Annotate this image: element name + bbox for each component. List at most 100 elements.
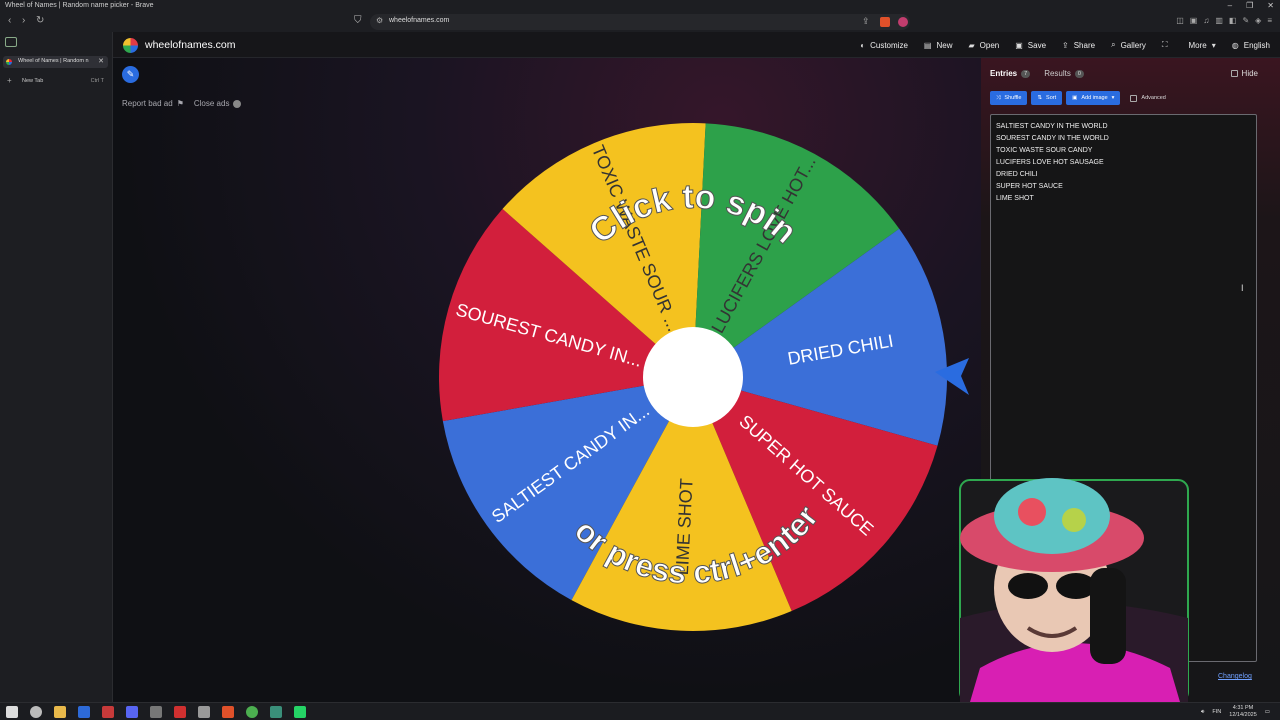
tab-entries[interactable]: Entries 7 — [990, 69, 1031, 78]
entries-count-badge: 7 — [1021, 69, 1031, 78]
plus-icon: + — [7, 76, 12, 85]
settings-icon[interactable] — [198, 706, 210, 718]
url-text[interactable]: wheelofnames.com — [389, 17, 449, 24]
new-tab-label: New Tab — [22, 78, 44, 84]
menu-item-save[interactable]: ▣ Save — [1015, 41, 1046, 50]
tab-title: Wheel of Names | Random n — [18, 58, 89, 64]
site-info-icon[interactable]: ⚙ — [376, 16, 383, 25]
panel-tabs: Entries 7 Results 0 — [990, 69, 1084, 78]
webcam-overlay — [959, 478, 1189, 702]
extensions-area: ◫ ▣ ♫ ▥ ◧ ✎ ◈ ≡ — [1176, 16, 1272, 25]
results-count-badge: 0 — [1074, 69, 1084, 78]
bookmark-icon[interactable]: ⛉ — [354, 15, 362, 26]
menu-item-label: More — [1188, 40, 1207, 50]
menu-item-label: English — [1243, 40, 1270, 50]
app-icon[interactable] — [270, 706, 282, 718]
changelog-link[interactable]: Changelog — [1218, 673, 1252, 680]
app-icon[interactable] — [150, 706, 162, 718]
tab-entries-label: Entries — [990, 69, 1018, 78]
extension-icon[interactable]: ◫ — [1176, 16, 1184, 25]
volume-icon[interactable]: 🔊︎ — [1201, 709, 1204, 716]
entry-line[interactable]: SUPER HOT SAUCE — [996, 181, 1109, 193]
menu-item-english[interactable]: ◍ English — [1232, 41, 1270, 50]
brave-rewards-icon[interactable] — [898, 17, 908, 27]
shuffle-label: Shuffle — [1004, 95, 1022, 101]
forward-icon[interactable]: › — [22, 15, 25, 26]
whatsapp-icon[interactable] — [294, 706, 306, 718]
extension-icon[interactable]: ◧ — [1229, 16, 1237, 25]
close-window-icon[interactable]: ✕ — [1267, 0, 1274, 12]
hide-toggle[interactable]: Hide — [1230, 69, 1258, 78]
clock-time: 4:31 PM — [1232, 705, 1254, 711]
wheel-center[interactable] — [643, 327, 743, 427]
chrome-icon[interactable] — [246, 706, 258, 718]
address-bar[interactable]: ⚙ wheelofnames.com ⇪ — [370, 14, 910, 30]
search-icon[interactable] — [30, 706, 42, 718]
extension-icon[interactable]: ▣ — [1190, 16, 1198, 25]
wheel-area: ✎ Report bad ad ⚑ Close ads SALTIEST CAN… — [113, 58, 981, 702]
minimize-icon[interactable]: – — [1228, 0, 1232, 12]
entry-line[interactable]: TOXIC WASTE SOUR CANDY — [996, 145, 1109, 157]
menu-item-gallery[interactable]: ⌕ Gallery — [1111, 40, 1146, 50]
chevron-down-icon: ▾ — [1211, 40, 1216, 50]
advanced-checkbox[interactable] — [1130, 94, 1138, 102]
hide-label: Hide — [1241, 69, 1258, 78]
fullscreen-icon: ⛶ — [1161, 40, 1168, 49]
entry-line[interactable]: LIME SHOT — [996, 193, 1109, 205]
add-image-button[interactable]: ▣ Add image ▾ — [1066, 91, 1121, 105]
file-icon: ▤ — [923, 40, 932, 50]
menu-item-open[interactable]: ▰ Open — [968, 41, 999, 50]
menu-item-customize[interactable]: ◐ Customize — [860, 41, 908, 50]
vertical-tabs-panel: Wheel of Names | Random n ✕ + New Tab Ct… — [0, 32, 113, 702]
tab-wheel-of-names[interactable]: Wheel of Names | Random n ✕ — [3, 56, 108, 68]
brave-icon[interactable] — [222, 706, 234, 718]
extension-icon[interactable]: ✎ — [1242, 16, 1249, 25]
tab-results[interactable]: Results 0 — [1044, 69, 1084, 78]
music-icon[interactable]: ♫ — [1203, 16, 1209, 25]
wheel-logo-icon[interactable] — [123, 38, 138, 53]
top-menu: ◐ Customize ▤ New ▰ Open ▣ Save ⇪ Share ⌕ Gallery ⛶ M… — [844, 32, 1270, 58]
app-icon[interactable] — [102, 706, 114, 718]
wallet-icon[interactable]: ◈ — [1255, 16, 1261, 25]
file-explorer-icon[interactable] — [54, 706, 66, 718]
reload-icon[interactable]: ↻ — [36, 15, 44, 26]
save-icon: ▣ — [1015, 40, 1023, 50]
brave-shields-icon[interactable] — [880, 17, 890, 27]
site-name[interactable]: wheelofnames.com — [145, 39, 235, 51]
clock[interactable]: 4:31 PM 12/14/2025 — [1229, 705, 1257, 719]
palette-icon: ◐ — [860, 40, 866, 50]
entry-line[interactable]: DRIED CHILI — [996, 169, 1109, 181]
app-icon[interactable] — [174, 706, 186, 718]
menu-item-label: Share — [1073, 40, 1096, 50]
share-page-icon[interactable]: ⇪ — [862, 16, 870, 27]
menu-icon[interactable]: ≡ — [1267, 16, 1272, 25]
menu-item-new[interactable]: ▤ New — [924, 41, 953, 50]
image-icon: ▣ — [1072, 95, 1078, 101]
entry-line[interactable]: LUCIFERS LOVE HOT SAUSAGE — [996, 157, 1109, 169]
menu-item-share[interactable]: ⇪ Share — [1062, 41, 1095, 50]
steam-icon[interactable] — [78, 706, 90, 718]
discord-icon[interactable] — [126, 706, 138, 718]
sidebar-icon[interactable]: ▥ — [1215, 16, 1223, 25]
language-indicator[interactable]: FIN — [1212, 709, 1221, 715]
menu-item-fullscreen[interactable]: ⛶ — [1162, 40, 1173, 50]
hide-checkbox[interactable] — [1230, 70, 1238, 77]
notification-icon[interactable]: ▭ — [1265, 709, 1270, 715]
menu-item-more[interactable]: More ▾ — [1189, 41, 1216, 50]
sort-button[interactable]: ⇅ Sort — [1031, 91, 1063, 105]
advanced-label: Advanced — [1141, 95, 1166, 101]
menu-item-label: New — [936, 40, 953, 50]
entry-line[interactable]: SOUREST CANDY IN THE WORLD — [996, 133, 1109, 145]
new-tab-button[interactable]: + New Tab Ctrl T — [3, 76, 108, 88]
entry-line[interactable]: SALTIEST CANDY IN THE WORLD — [996, 121, 1109, 133]
shuffle-button[interactable]: ⤨ Shuffle — [990, 91, 1028, 105]
window-titlebar: Wheel of Names | Random name picker - Br… — [0, 0, 1280, 12]
back-icon[interactable]: ‹ — [8, 15, 11, 26]
sort-label: Sort — [1046, 95, 1057, 101]
start-menu-icon[interactable] — [6, 706, 18, 718]
sidebar-toggle-icon[interactable] — [5, 37, 17, 47]
maximize-icon[interactable]: ❐ — [1246, 0, 1253, 12]
wheel[interactable]: SALTIEST CANDY IN...SOUREST CANDY IN...T… — [113, 58, 981, 702]
close-tab-icon[interactable]: ✕ — [98, 57, 104, 65]
advanced-toggle[interactable]: Advanced — [1130, 94, 1166, 102]
